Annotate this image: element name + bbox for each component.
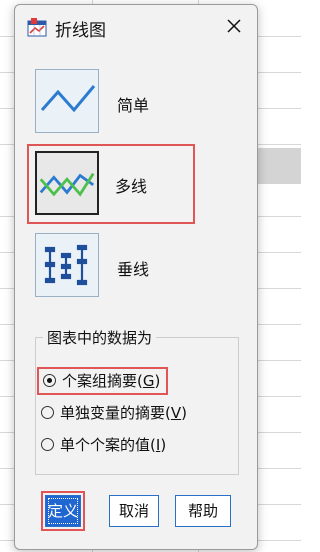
radio-label: 个案组摘要 [62, 372, 138, 390]
dialog-title: 折线图 [55, 21, 106, 41]
selected-row-band [256, 148, 301, 184]
radio-button[interactable] [41, 406, 54, 419]
group-legend: 图表中的数据为 [43, 327, 157, 348]
radio-summaries-for-groups[interactable]: 个案组摘要(G) [37, 367, 169, 395]
radio-label: 单个个案的值 [60, 436, 151, 454]
radio-label-paren: ) [160, 436, 167, 454]
chart-type-label: 简单 [117, 96, 150, 115]
chart-type-multiple[interactable]: 多线 [27, 144, 195, 224]
radio-label-paren: ) [154, 372, 161, 390]
chart-type-label: 多线 [115, 177, 148, 196]
simple-line-icon[interactable] [35, 69, 99, 133]
chart-type-simple[interactable]: 简单 [27, 63, 245, 143]
multiple-line-icon[interactable] [35, 151, 99, 215]
radio-button[interactable] [43, 374, 56, 387]
drop-line-icon[interactable] [35, 233, 99, 297]
radio-values-of-individual-cases[interactable]: 单个个案的值(I) [41, 433, 166, 457]
chart-type-label: 垂线 [117, 260, 150, 279]
radio-summaries-of-variables[interactable]: 单独变量的摘要(V) [41, 401, 187, 425]
line-chart-dialog: 折线图 简单 多线 垂线 图表中的数据为 个案组摘要(G) 单独变量的摘要(V)… [14, 4, 258, 550]
mnemonic-key: G [142, 372, 155, 390]
define-button[interactable]: 定义 [45, 495, 81, 527]
cancel-button[interactable]: 取消 [109, 495, 159, 527]
radio-label: 单独变量的摘要 [60, 404, 166, 422]
close-icon[interactable] [221, 13, 247, 39]
help-button[interactable]: 帮助 [175, 495, 231, 527]
line-chart-app-icon [27, 17, 47, 37]
radio-label-paren: ) [181, 404, 187, 422]
mnemonic-key: V [170, 404, 182, 422]
chart-type-drop-line[interactable]: 垂线 [27, 227, 245, 307]
radio-button[interactable] [41, 438, 54, 451]
title-bar: 折线图 [15, 5, 257, 49]
